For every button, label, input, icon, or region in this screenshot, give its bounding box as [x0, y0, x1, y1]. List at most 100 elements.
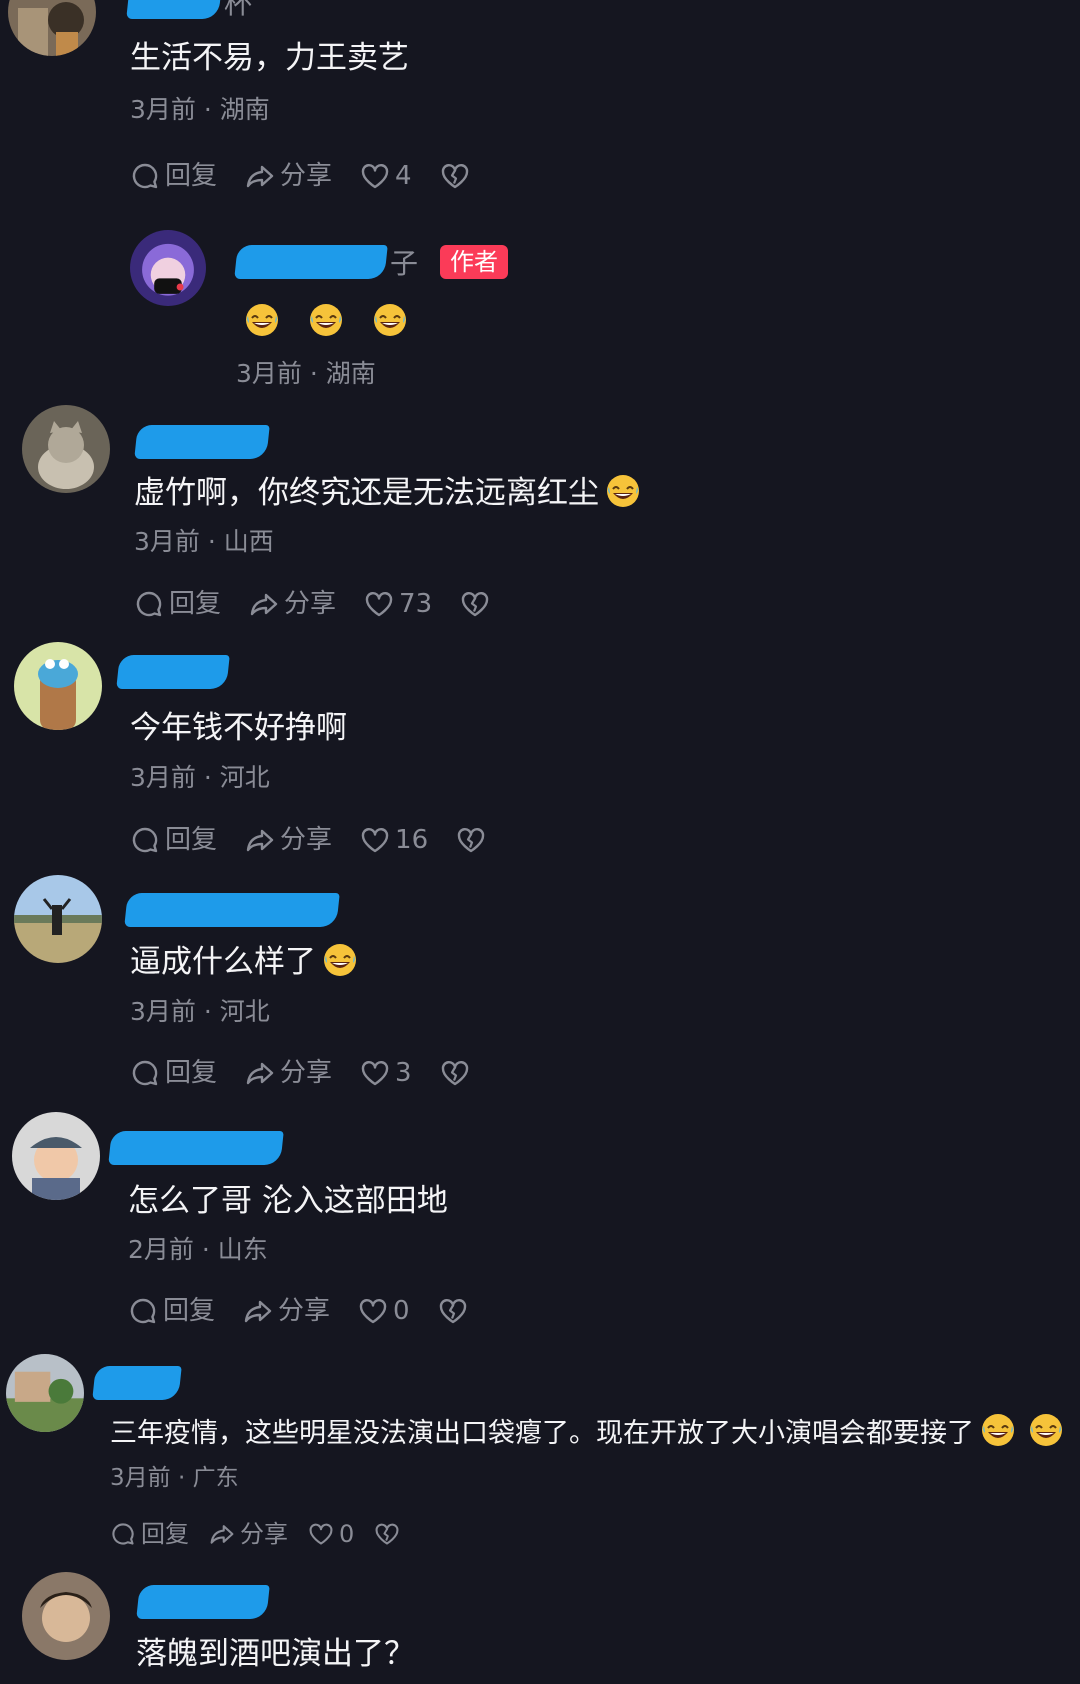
username-row[interactable]	[116, 652, 230, 692]
avatar[interactable]	[22, 405, 110, 493]
username-row[interactable]	[92, 1363, 182, 1403]
heart-icon	[360, 825, 390, 855]
like-button[interactable]: 0	[308, 1519, 354, 1549]
broken-heart-icon	[374, 1521, 400, 1547]
heart-icon	[364, 589, 394, 619]
redacted-username	[134, 425, 270, 459]
author-badge: 作者	[440, 245, 509, 279]
comment-actions: 回复 分享 16	[130, 825, 519, 855]
laughing-emoji-icon	[244, 302, 280, 338]
username-row[interactable]	[136, 1582, 270, 1622]
comment-text: 落魄到酒吧演出了？	[136, 1636, 415, 1672]
share-arrow-icon	[245, 1058, 275, 1088]
laughing-emoji-icon	[605, 473, 641, 509]
comment-actions: 回复 分享 4	[130, 161, 503, 191]
laughing-emoji-icon	[322, 942, 358, 978]
like-button[interactable]: 0	[358, 1296, 410, 1326]
username-row[interactable]	[134, 422, 270, 462]
redacted-username	[124, 893, 340, 927]
redacted-username	[92, 1366, 182, 1400]
share-button[interactable]: 分享	[209, 1519, 288, 1549]
share-button[interactable]: 分享	[245, 161, 332, 191]
avatar[interactable]	[14, 642, 102, 730]
dislike-button[interactable]	[438, 1296, 473, 1326]
redacted-username	[136, 1585, 270, 1619]
share-arrow-icon	[245, 161, 275, 191]
comment-actions: 回复 分享 3	[130, 1058, 503, 1088]
reply-button[interactable]: 回复	[130, 825, 217, 855]
dislike-button[interactable]	[374, 1521, 405, 1547]
username-row[interactable]: 子 作者	[234, 242, 509, 282]
share-arrow-icon	[209, 1521, 235, 1547]
comment-bubble-icon	[134, 589, 164, 619]
avatar[interactable]	[22, 1572, 110, 1660]
heart-icon	[358, 1296, 388, 1326]
share-arrow-icon	[243, 1296, 273, 1326]
laughing-emoji-icon	[980, 1412, 1016, 1448]
redacted-username	[234, 245, 388, 279]
broken-heart-icon	[456, 825, 486, 855]
dislike-button[interactable]	[440, 161, 475, 191]
reply-button[interactable]: 回复	[134, 589, 221, 619]
like-button[interactable]: 16	[360, 825, 428, 855]
heart-icon	[308, 1521, 334, 1547]
share-button[interactable]: 分享	[249, 589, 336, 619]
comment-text: 三年疫情，这些明星没法演出口袋瘪了。现在开放了大小演唱会都要接了	[110, 1412, 1064, 1454]
avatar[interactable]	[130, 230, 206, 306]
comment-bubble-icon	[130, 825, 160, 855]
broken-heart-icon	[440, 161, 470, 191]
avatar[interactable]	[14, 875, 102, 963]
comment-text: 逼成什么样了	[130, 942, 358, 982]
reply-button[interactable]: 回复	[130, 161, 217, 191]
reply-button[interactable]: 回复	[110, 1519, 189, 1549]
share-button[interactable]: 分享	[245, 1058, 332, 1088]
comment-text: 今年钱不好挣啊	[130, 710, 347, 746]
share-button[interactable]: 分享	[243, 1296, 330, 1326]
redacted-username	[116, 655, 230, 689]
like-button[interactable]: 73	[364, 589, 432, 619]
comment-bubble-icon	[110, 1521, 136, 1547]
username-row[interactable]	[124, 890, 340, 930]
comment-bubble-icon	[128, 1296, 158, 1326]
avatar[interactable]	[6, 1354, 84, 1432]
avatar[interactable]	[8, 0, 96, 56]
username-row[interactable]: 杯	[126, 0, 253, 22]
laughing-emoji-icon	[1028, 1412, 1064, 1448]
share-arrow-icon	[245, 825, 275, 855]
share-arrow-icon	[249, 589, 279, 619]
username-row[interactable]	[108, 1128, 284, 1168]
comment-meta: 3月前 · 河北	[130, 997, 270, 1026]
broken-heart-icon	[438, 1296, 468, 1326]
heart-icon	[360, 161, 390, 191]
comment-actions: 回复 分享 73	[134, 589, 523, 619]
broken-heart-icon	[460, 589, 490, 619]
comment-text: 怎么了哥 沦入这部田地	[128, 1183, 448, 1219]
share-button[interactable]: 分享	[245, 825, 332, 855]
laughing-emoji-icon	[308, 302, 344, 338]
comment-meta: 3月前 · 广东	[110, 1465, 239, 1491]
reply-button[interactable]: 回复	[128, 1296, 215, 1326]
comment-text: 虚竹啊，你终究还是无法远离红尘	[134, 473, 641, 513]
heart-icon	[360, 1058, 390, 1088]
comment-text: 生活不易，力王卖艺	[130, 40, 409, 76]
username-tail: 杯	[224, 0, 253, 20]
comment-meta: 3月前 · 湖南	[236, 359, 376, 388]
reply-button[interactable]: 回复	[130, 1058, 217, 1088]
comment-actions: 回复 分享 0	[128, 1296, 501, 1326]
avatar[interactable]	[12, 1112, 100, 1200]
comment-emoji-text	[238, 302, 408, 342]
comment-actions: 回复 分享 0	[110, 1519, 433, 1549]
laughing-emoji-icon	[372, 302, 408, 338]
broken-heart-icon	[440, 1058, 470, 1088]
redacted-username	[108, 1131, 284, 1165]
like-button[interactable]: 3	[360, 1058, 412, 1088]
dislike-button[interactable]	[440, 1058, 475, 1088]
like-button[interactable]: 4	[360, 161, 412, 191]
comment-meta: 3月前 · 山西	[134, 527, 274, 556]
comment-bubble-icon	[130, 161, 160, 191]
comment-meta: 2月前 · 山东	[128, 1235, 268, 1264]
dislike-button[interactable]	[460, 589, 495, 619]
username-tail: 子	[390, 247, 419, 280]
dislike-button[interactable]	[456, 825, 491, 855]
comment-meta: 3月前 · 湖南	[130, 95, 270, 124]
